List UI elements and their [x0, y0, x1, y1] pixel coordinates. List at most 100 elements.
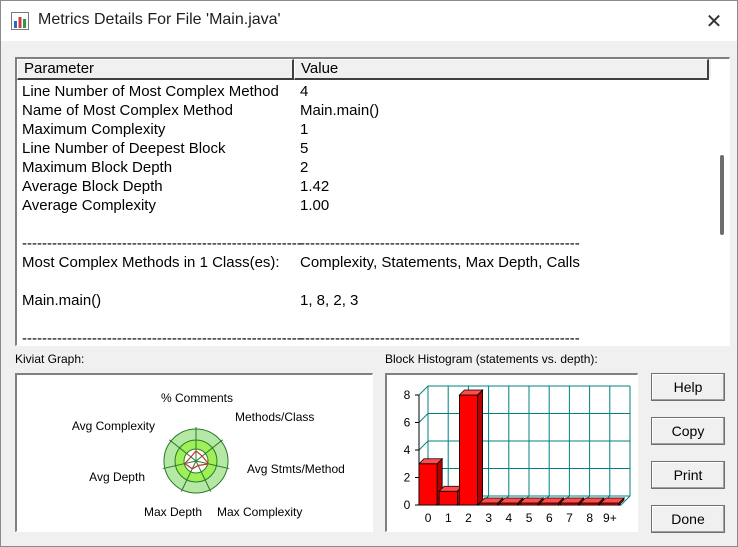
metric-value — [300, 215, 700, 234]
metric-row[interactable] — [22, 272, 712, 291]
kiviat-axis-label: Methods/Class — [235, 410, 314, 424]
list-header: Parameter Value — [17, 59, 711, 80]
histogram-bar — [438, 485, 464, 506]
kiviat-axis-label: Avg Depth — [89, 470, 145, 484]
histogram-gridline — [418, 440, 429, 451]
histogram-bar — [478, 497, 504, 506]
histogram-bar — [539, 497, 565, 506]
block-histogram-chart: 024680 1 2 3 4 5 6 7 8 9+ — [404, 385, 631, 525]
metric-row[interactable]: Maximum Block Depth 2 — [22, 158, 712, 177]
histogram-x-tick-label: 8 — [586, 511, 593, 525]
metrics-details-window: Metrics Details For File 'Main.java' ✕ P… — [0, 0, 738, 547]
metric-value — [300, 272, 700, 291]
block-histogram-panel: 0 2 4 6 8 0 1 2 3 4 5 6 7 8 9+ — [385, 373, 638, 532]
help-button[interactable]: Help — [651, 373, 725, 401]
metric-value: 1.42 — [300, 178, 330, 195]
kiviat-axis-label: Avg Complexity — [72, 419, 155, 433]
metrics-rows: Line Number of Most Complex Method 4 Name … — [22, 82, 712, 346]
kiviat-axis-label: Max Depth — [144, 505, 202, 519]
histogram-y-tick-label: 4 — [404, 443, 411, 457]
histogram-x-tick-label: 1 — [445, 511, 452, 525]
histogram-bar — [579, 497, 605, 506]
metric-parameter — [22, 215, 300, 234]
histogram-gridline — [418, 385, 429, 396]
metric-value: ----------------------------------------… — [300, 330, 580, 346]
histogram-x-tick-label: 7 — [566, 511, 573, 525]
histogram-x-tick-label: 0 — [425, 511, 432, 525]
histogram-y-tick-label: 8 — [404, 388, 411, 402]
histogram-bar — [498, 497, 524, 506]
column-header-parameter[interactable]: Parameter — [17, 59, 294, 80]
metric-row[interactable]: Name of Most Complex Method Main.main() — [22, 101, 712, 120]
histogram-y-tick-label: 2 — [404, 471, 411, 485]
metric-parameter: Maximum Complexity — [22, 121, 166, 138]
metric-parameter: Maximum Block Depth — [22, 159, 173, 176]
metric-row[interactable]: Line Number of Most Complex Method 4 — [22, 82, 712, 101]
app-chart-icon — [11, 12, 29, 30]
close-icon: ✕ — [705, 10, 723, 33]
metric-row[interactable]: Line Number of Deepest Block 5 — [22, 139, 712, 158]
column-header-value[interactable]: Value — [294, 59, 709, 80]
histogram-gridline — [418, 413, 429, 423]
histogram-bar — [519, 497, 545, 506]
metric-parameter: Line Number of Most Complex Method — [22, 83, 279, 100]
metric-row[interactable]: Maximum Complexity 1 — [22, 120, 712, 139]
metric-value: 5 — [300, 140, 309, 157]
kiviat-graph-label: Kiviat Graph: — [15, 352, 85, 366]
histogram-bar — [559, 497, 585, 506]
done-button[interactable]: Done — [651, 505, 725, 533]
kiviat-axis-label: % Comments — [161, 391, 233, 405]
metric-row[interactable] — [22, 310, 712, 329]
metric-parameter: ----------------------------------------… — [22, 330, 302, 346]
metric-row[interactable]: Average Complexity 1.00 — [22, 196, 712, 215]
metric-parameter: Line Number of Deepest Block — [22, 140, 226, 157]
metric-value: 1.00 — [300, 197, 330, 214]
histogram-x-tick-label: 5 — [526, 511, 533, 525]
histogram-x-tick-label: 4 — [506, 511, 513, 525]
title-bar: Metrics Details For File 'Main.java' ✕ — [1, 1, 737, 41]
scrollbar-thumb[interactable] — [720, 155, 724, 235]
metric-row[interactable]: Main.main() 1, 8, 2, 3 — [22, 291, 712, 310]
kiviat-axis-label: Avg Stmts/Method — [247, 462, 345, 476]
copy-button[interactable]: Copy — [651, 417, 725, 445]
kiviat-graph-panel: % Comments Methods/Class Avg Stmts/Method M… — [15, 373, 373, 532]
print-button[interactable]: Print — [651, 461, 725, 489]
metric-value: 1 — [300, 121, 309, 138]
histogram-y-tick-label: 0 — [404, 498, 411, 512]
metric-row[interactable]: ----------------------------------------… — [22, 329, 712, 346]
metric-parameter: ----------------------------------------… — [22, 235, 302, 252]
histogram-x-tick-label: 9+ — [603, 511, 617, 525]
metric-row[interactable] — [22, 215, 712, 234]
kiviat-axis-label: Max Complexity — [217, 505, 302, 519]
histogram-bar — [599, 497, 625, 506]
metric-value: 1, 8, 2, 3 — [300, 292, 359, 309]
metric-parameter: Average Complexity — [22, 197, 156, 214]
metric-parameter — [22, 272, 300, 291]
metric-parameter: Most Complex Methods in 1 Class(es): — [22, 254, 280, 271]
metric-row[interactable]: ----------------------------------------… — [22, 234, 712, 253]
histogram-x-tick-label: 3 — [485, 511, 492, 525]
metric-parameter — [22, 310, 300, 329]
histogram-bar — [418, 457, 444, 506]
histogram-bar — [458, 389, 484, 506]
metrics-list[interactable]: Parameter Value Line Number of Most Comp… — [15, 57, 730, 346]
metric-row[interactable]: Average Block Depth 1.42 — [22, 177, 712, 196]
metric-value: 4 — [300, 83, 309, 100]
block-histogram-label: Block Histogram (statements vs. depth): — [385, 352, 598, 366]
metric-parameter: Main.main() — [22, 292, 102, 309]
metric-value: Main.main() — [300, 102, 380, 119]
close-button[interactable]: ✕ — [691, 1, 737, 41]
histogram-x-tick-label: 6 — [546, 511, 553, 525]
metric-value: 2 — [300, 159, 309, 176]
metric-parameter: Name of Most Complex Method — [22, 102, 233, 119]
metric-value: Complexity, Statements, Max Depth, Calls — [300, 254, 580, 271]
metric-value — [300, 310, 700, 329]
metric-row[interactable]: Most Complex Methods in 1 Class(es): Comp… — [22, 253, 712, 272]
metric-value: ----------------------------------------… — [300, 235, 580, 252]
histogram-y-tick-label: 6 — [404, 416, 411, 430]
vertical-scrollbar[interactable] — [713, 59, 729, 345]
histogram-x-tick-label: 2 — [465, 511, 472, 525]
window-title: Metrics Details For File 'Main.java' — [38, 11, 281, 28]
metric-parameter: Average Block Depth — [22, 178, 163, 195]
kiviat-graph: % CommentsMethods/Class Avg Stmts/Method M… — [72, 391, 345, 519]
